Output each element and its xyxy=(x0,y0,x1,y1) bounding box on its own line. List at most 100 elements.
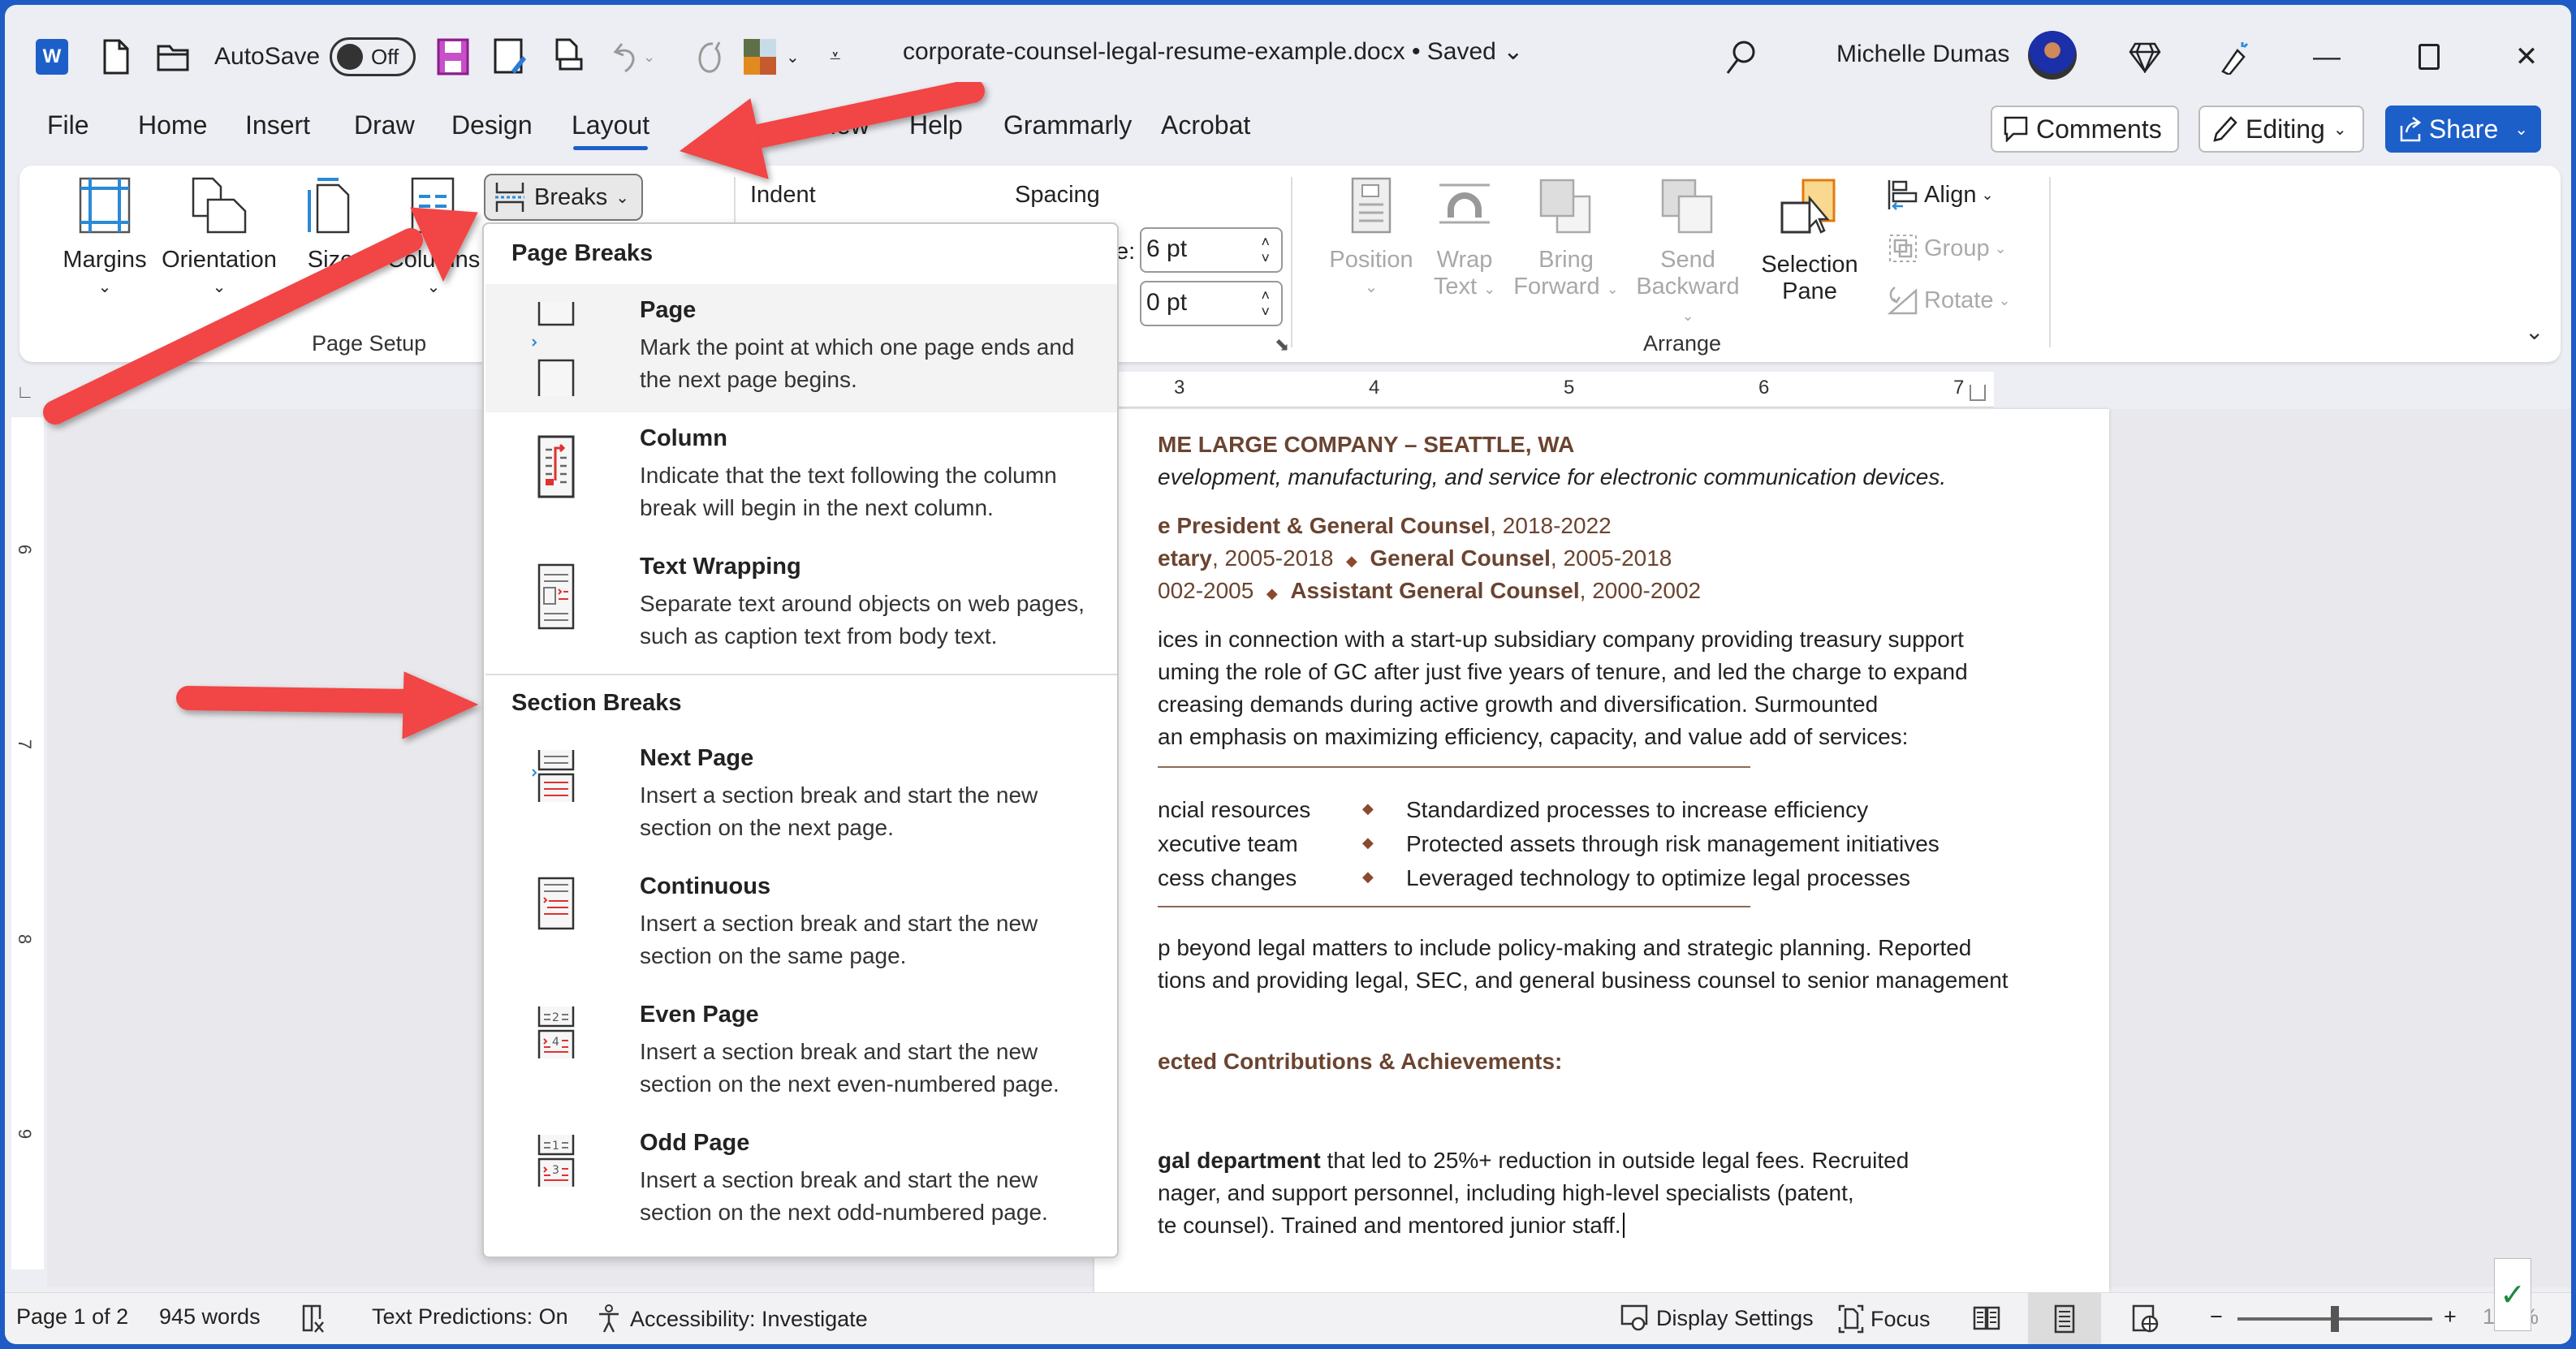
right-indent-marker[interactable] xyxy=(1970,385,1986,401)
tab-acrobat[interactable]: Acrobat xyxy=(1161,110,1250,140)
text-predictions[interactable]: Text Predictions: On xyxy=(372,1304,568,1330)
new-document-button[interactable] xyxy=(102,36,130,78)
position-button[interactable]: Position ⌄ xyxy=(1327,177,1416,297)
redo-button[interactable] xyxy=(692,36,724,78)
svg-text:2: 2 xyxy=(552,1011,559,1024)
designer-button[interactable] xyxy=(2210,34,2259,80)
spin-arrows-icon[interactable]: ˄ ˅ xyxy=(1261,287,1270,320)
page-count[interactable]: Page 1 of 2 xyxy=(16,1304,128,1330)
orientation-button[interactable]: Orientation ⌄ xyxy=(154,177,284,297)
undo-dropdown-caret[interactable]: ⌄ xyxy=(643,49,655,66)
autosave-toggle[interactable]: Off xyxy=(330,36,416,78)
collapse-ribbon-button[interactable]: ⌄ xyxy=(2525,318,2544,345)
tab-file[interactable]: File xyxy=(47,110,89,140)
autosave-label: AutoSave xyxy=(214,43,321,70)
send-backward-label: Send xyxy=(1660,247,1715,273)
maximize-button[interactable] xyxy=(2405,34,2453,80)
page-setup-group-label: Page Setup xyxy=(312,331,427,356)
tab-insert[interactable]: Insert xyxy=(245,110,310,140)
document-title[interactable]: corporate-counsel-legal-resume-example.d… xyxy=(903,37,1523,66)
tab-help[interactable]: Help xyxy=(909,110,963,140)
menu-item-next-page[interactable]: Next Page Insert a section break and sta… xyxy=(485,732,1117,860)
spacing-before-input[interactable]: 6 pt ˄ ˅ xyxy=(1140,227,1283,273)
close-button[interactable]: ✕ xyxy=(2502,34,2551,80)
spin-arrows-icon[interactable]: ˄ ˅ xyxy=(1261,234,1270,266)
ruler-tick-label: 7 xyxy=(15,739,36,750)
chevron-down-icon: ⌄ xyxy=(2332,120,2347,139)
horizontal-ruler[interactable]: 3 4 5 6 7 xyxy=(1109,372,1994,407)
save-button[interactable] xyxy=(437,36,469,78)
chevron-down-icon: ⌄ xyxy=(426,278,441,296)
tab-grammarly[interactable]: Grammarly xyxy=(1003,110,1132,140)
align-button[interactable]: Align ⌄ xyxy=(1887,179,1994,211)
tab-design[interactable]: Design xyxy=(451,110,533,140)
zoom-slider-thumb[interactable] xyxy=(2331,1306,2339,1332)
tab-draw[interactable]: Draw xyxy=(354,110,415,140)
role-line-2: etary, 2005-2018 ◆ General Counsel, 2005… xyxy=(1158,545,1672,571)
menu-item-column-break[interactable]: Column Indicate that the text following … xyxy=(485,412,1117,541)
bullet-right: Protected assets through risk management… xyxy=(1406,831,1940,856)
accessibility-checker[interactable]: Accessibility: Investigate xyxy=(596,1304,868,1334)
word-count[interactable]: 945 words xyxy=(159,1304,261,1330)
display-settings-icon xyxy=(1620,1304,1648,1331)
breaks-button[interactable]: Breaks ⌄ xyxy=(484,174,643,221)
focus-button[interactable]: Focus xyxy=(1838,1304,1931,1334)
paragraph-dialog-launcher-icon[interactable]: ⬊ xyxy=(1275,334,1289,356)
zoom-in-button[interactable]: + xyxy=(2444,1304,2457,1330)
tab-stop-selector[interactable]: ∟ xyxy=(16,381,34,403)
bullet-right: Standardized processes to increase effic… xyxy=(1406,797,1869,822)
read-mode-button[interactable] xyxy=(1973,1304,2002,1332)
customize-qat-button[interactable]: ⩡ xyxy=(830,36,841,78)
spacing-after-input[interactable]: 0 pt ˄ ˅ xyxy=(1140,281,1283,326)
undo-button[interactable]: ⌄ xyxy=(611,36,655,78)
share-button[interactable]: Share ⌄ xyxy=(2385,106,2541,153)
size-button[interactable]: Size xyxy=(294,177,367,274)
role-title: General Counsel xyxy=(1370,545,1551,571)
bring-forward-button[interactable]: Bring Forward ⌄ xyxy=(1513,177,1619,300)
avatar[interactable] xyxy=(2028,31,2077,80)
svg-text:1: 1 xyxy=(552,1140,559,1153)
ruler-tick-label: 3 xyxy=(1174,377,1185,399)
tab-layout[interactable]: Layout xyxy=(572,110,649,150)
columns-button[interactable]: Columns ⌄ xyxy=(377,177,490,297)
display-settings-button[interactable]: Display Settings xyxy=(1620,1304,1814,1332)
menu-item-odd-page[interactable]: 13 Odd Page Insert a section break and s… xyxy=(485,1117,1117,1245)
print-icon xyxy=(555,38,583,71)
zoom-out-button[interactable]: − xyxy=(2210,1304,2223,1330)
print-preview-button[interactable] xyxy=(554,36,586,78)
menu-item-continuous[interactable]: Continuous Insert a section break and st… xyxy=(485,860,1117,989)
theme-colors-button[interactable]: ⌄ xyxy=(744,36,800,78)
menu-item-page-break[interactable]: Page Mark the point at which one page en… xyxy=(485,284,1117,412)
margins-button[interactable]: Margins ⌄ xyxy=(60,177,149,297)
menu-item-even-page[interactable]: 24 Even Page Insert a section break and … xyxy=(485,989,1117,1117)
web-layout-button[interactable] xyxy=(2132,1304,2160,1334)
wrap-text-button[interactable]: Wrap Text ⌄ xyxy=(1424,177,1505,300)
selection-pane-button[interactable]: Selection Pane xyxy=(1757,177,1862,305)
minimize-button[interactable]: — xyxy=(2302,34,2351,80)
vertical-ruler[interactable]: 6 7 8 9 xyxy=(11,417,44,1269)
send-backward-button[interactable]: Send Backward ⌄ xyxy=(1627,177,1749,327)
zoom-slider[interactable] xyxy=(2237,1306,2432,1332)
save-as-edit-button[interactable] xyxy=(494,36,529,78)
document-page[interactable]: ME LARGE COMPANY – SEATTLE, WA evelopmen… xyxy=(1094,409,2109,1302)
svg-text:4: 4 xyxy=(552,1036,559,1049)
close-icon: ✕ xyxy=(2514,41,2539,72)
proofing-button[interactable] xyxy=(300,1304,326,1334)
premium-button[interactable] xyxy=(2121,34,2169,80)
tab-view[interactable]: View xyxy=(813,110,869,140)
comments-button[interactable]: Comments xyxy=(1991,106,2179,153)
open-button[interactable] xyxy=(156,36,192,78)
print-layout-button[interactable] xyxy=(2028,1293,2101,1344)
user-name[interactable]: Michelle Dumas xyxy=(1836,41,2009,68)
horizontal-rule xyxy=(1158,906,1750,907)
menu-item-text-wrapping-break[interactable]: Text Wrapping Separate text around objec… xyxy=(485,541,1117,669)
grammarly-status-button[interactable]: ✓ xyxy=(2494,1258,2531,1331)
word-window: W AutoSave Off ⌄ ⌄ ⩡ corporate-counsel-l… xyxy=(5,5,2571,1344)
horizontal-rule xyxy=(1158,766,1750,768)
tab-home[interactable]: Home xyxy=(138,110,207,140)
spacing-label: Spacing xyxy=(1015,182,1100,208)
rotate-button[interactable]: Rotate ⌄ xyxy=(1887,284,2011,317)
group-button[interactable]: Group ⌄ xyxy=(1887,232,2007,265)
editing-mode-button[interactable]: Editing ⌄ xyxy=(2198,106,2364,153)
search-button[interactable] xyxy=(1716,34,1765,80)
